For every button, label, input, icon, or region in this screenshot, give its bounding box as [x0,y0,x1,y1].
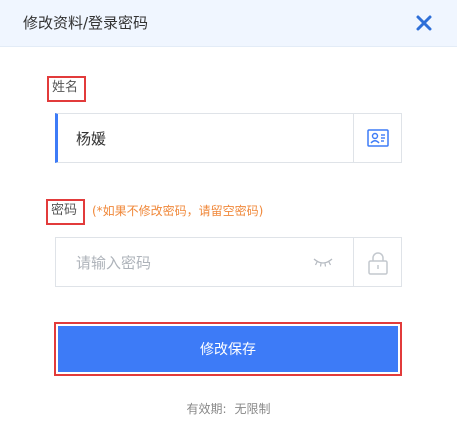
lock-icon [368,252,388,275]
close-icon[interactable] [414,13,434,33]
password-label: 密码 [51,203,78,218]
validity-info: 有效期: 无限制 [0,400,457,418]
contact-card-icon [367,129,389,147]
validity-value: 无限制 [234,402,271,416]
eye-closed-icon[interactable] [312,254,334,273]
contact-card-icon-cell [353,114,401,162]
edit-profile-dialog: 修改资料/登录密码 姓名 杨媛 密码 (*如果不修改密码，请留空密码) 请输入密… [0,0,457,447]
password-hint: (*如果不修改密码，请留空密码) [92,204,264,218]
lock-icon-cell [353,238,401,286]
name-label: 姓名 [52,80,79,95]
name-value: 杨媛 [76,130,107,148]
password-field[interactable]: 请输入密码 [55,237,402,287]
dialog-title: 修改资料/登录密码 [23,14,149,32]
save-button-highlight: 修改保存 [54,322,402,376]
password-placeholder: 请输入密码 [76,254,152,272]
validity-label: 有效期: [186,402,227,416]
dialog-header: 修改资料/登录密码 [0,0,457,47]
save-button[interactable]: 修改保存 [58,326,398,372]
name-field[interactable]: 杨媛 [55,113,402,163]
